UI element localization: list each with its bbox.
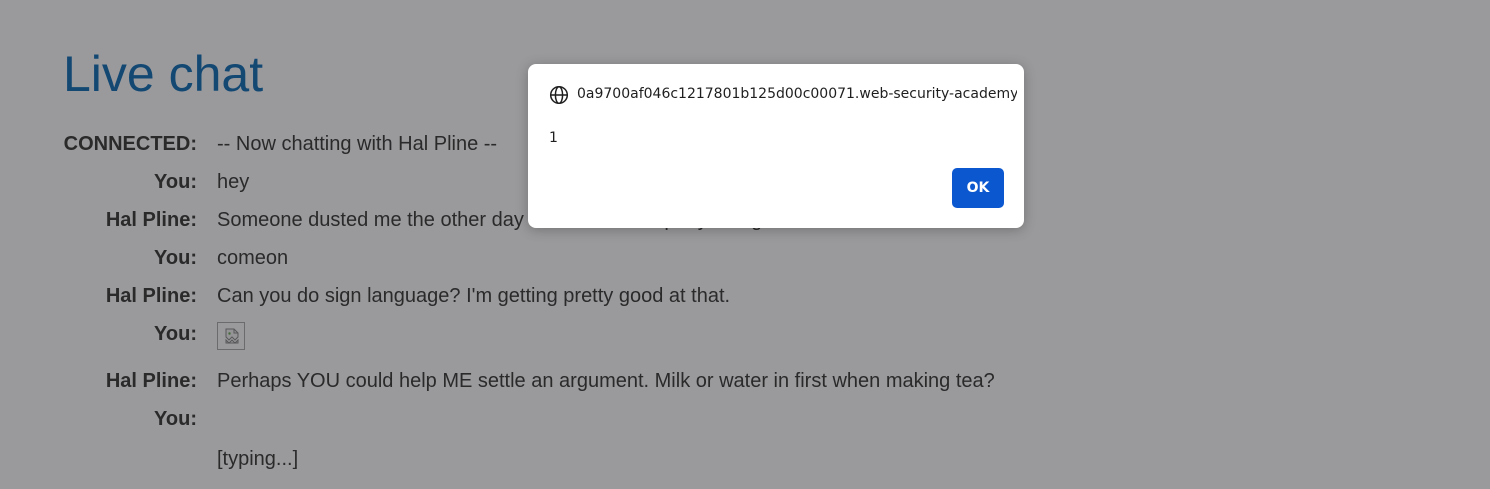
globe-icon: [549, 85, 569, 105]
dialog-message: 1: [549, 130, 558, 146]
ok-button[interactable]: OK: [952, 168, 1004, 208]
dialog-origin: 0a9700af046c1217801b125d00c00071.web-sec…: [577, 86, 1017, 102]
alert-dialog: 0a9700af046c1217801b125d00c00071.web-sec…: [528, 64, 1024, 228]
page: Live chat CONNECTED: -- Now chatting wit…: [0, 0, 1490, 489]
